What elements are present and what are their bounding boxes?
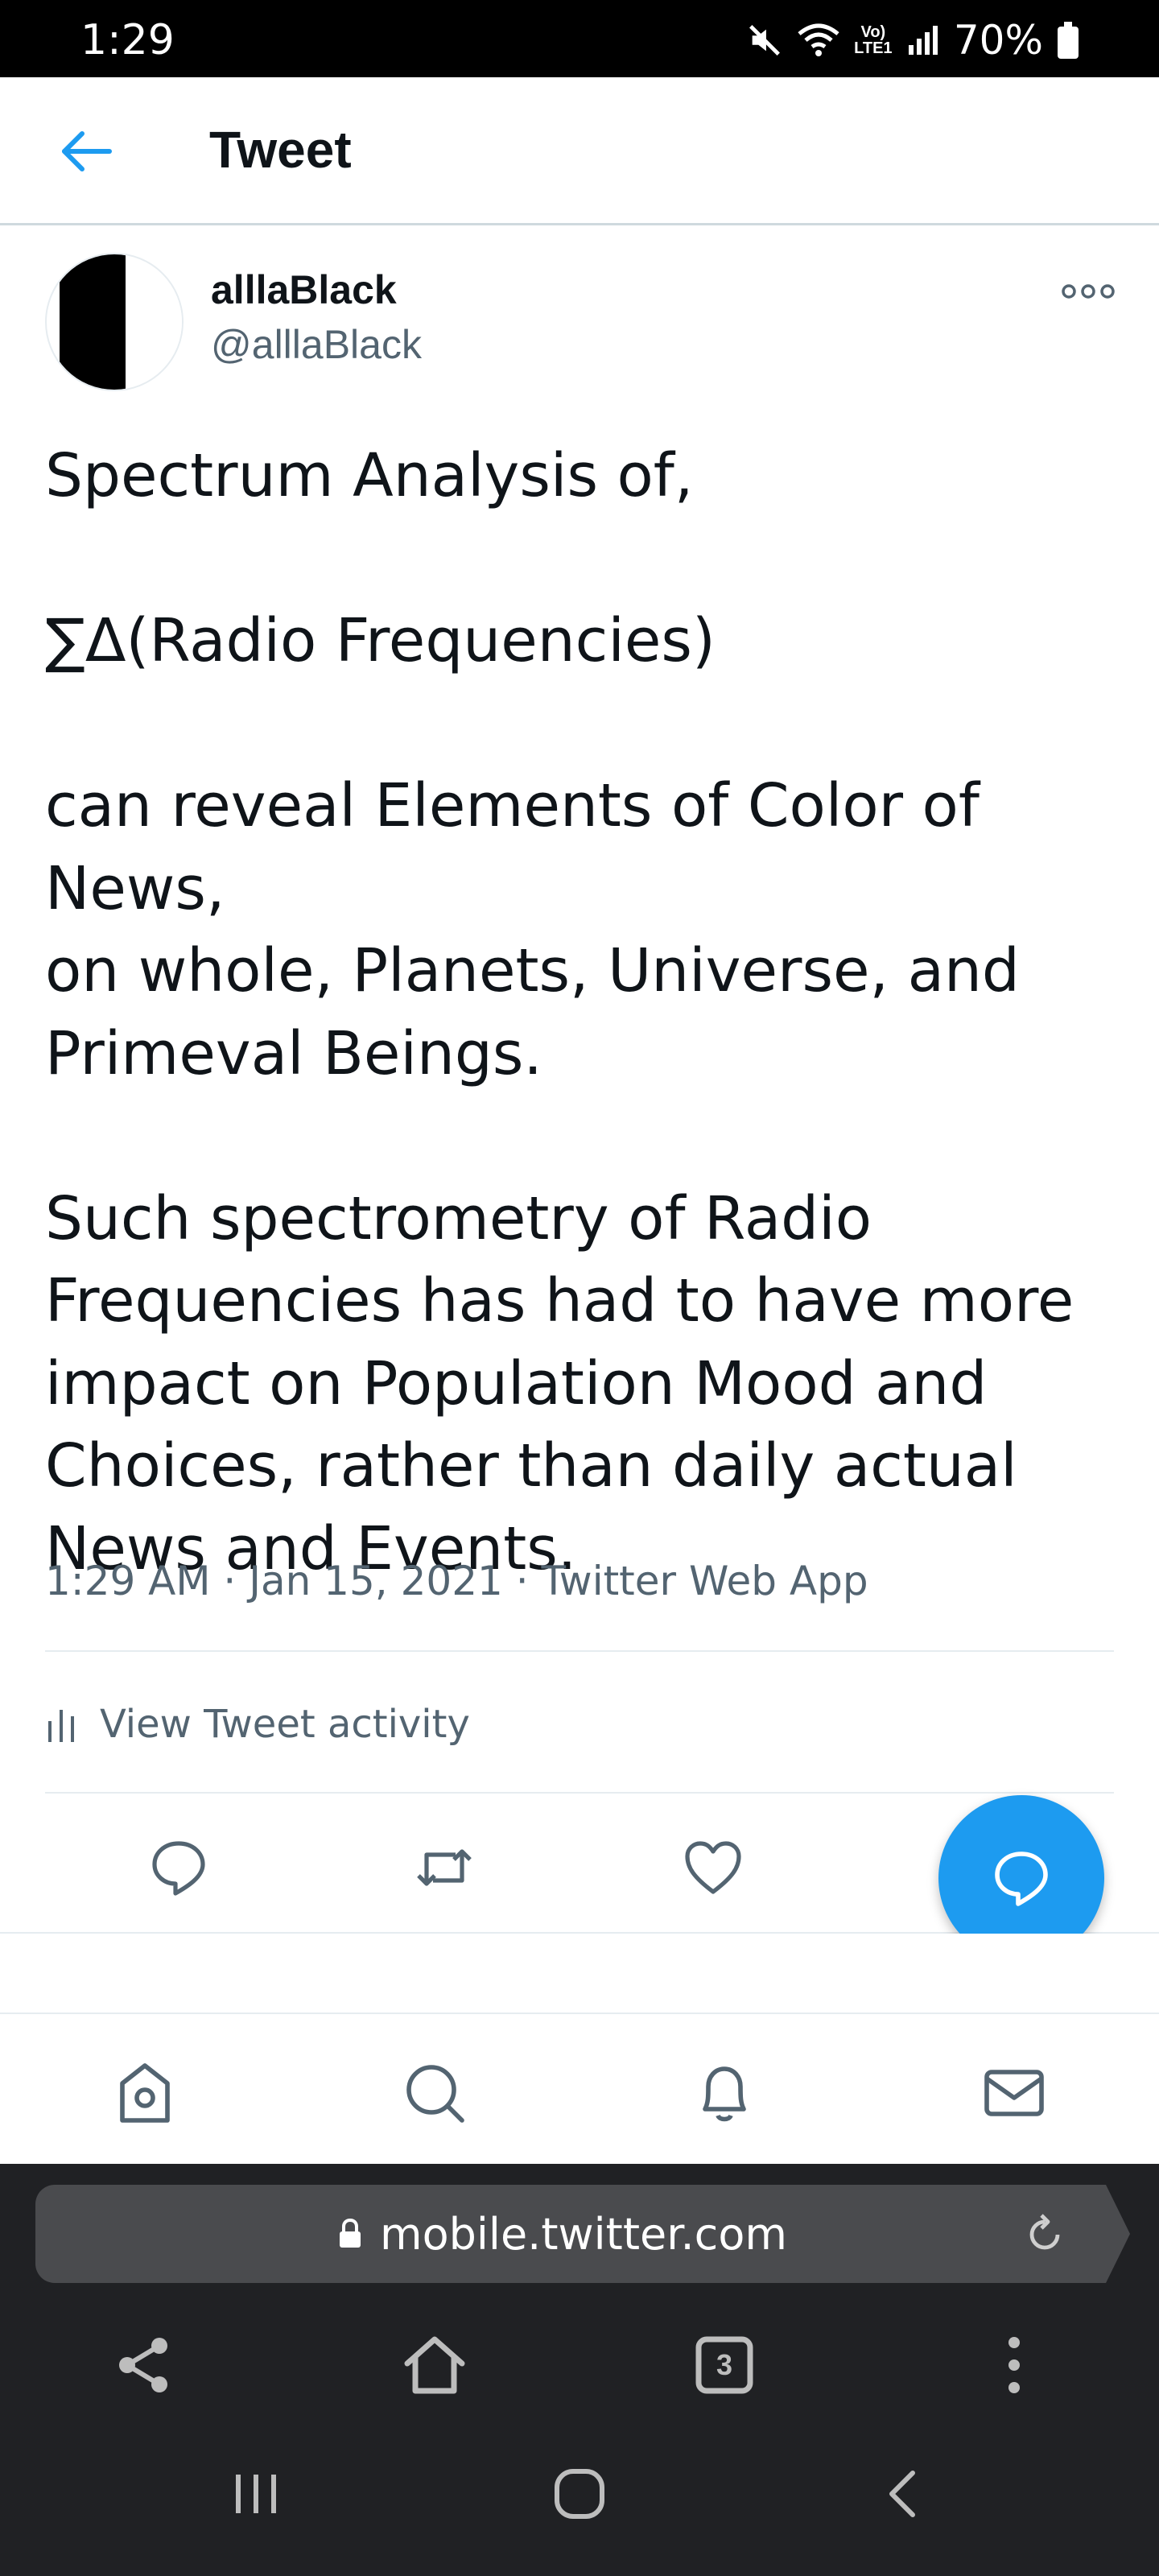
reply-icon (995, 1852, 1048, 1906)
analytics-icon (48, 1710, 74, 1742)
search-icon (406, 2065, 464, 2123)
recent-apps-button[interactable] (224, 2462, 288, 2526)
reply-icon (152, 1841, 205, 1896)
system-back-button[interactable] (871, 2462, 935, 2526)
arrow-left-icon (62, 131, 112, 171)
tweet-timestamp[interactable]: 1:29 AM · Jan 15, 2021 (45, 1558, 503, 1604)
activity-label: View Tweet activity (100, 1702, 470, 1747)
address-bar[interactable]: mobile.twitter.com (35, 2185, 1090, 2283)
nav-search[interactable] (399, 2058, 470, 2128)
wifi-icon (798, 23, 839, 56)
author-handle[interactable]: @alllaBlack (211, 320, 422, 369)
more-icon (1062, 284, 1115, 299)
tab-count: 3 (716, 2348, 733, 2381)
nav-notifications[interactable] (689, 2058, 760, 2128)
reply-button[interactable] (146, 1835, 211, 1900)
tweet-text: Spectrum Analysis of, ∑Δ(Radio Frequenci… (45, 435, 1124, 1590)
tweet-line (45, 1095, 1124, 1178)
tweet-line: Spectrum Analysis of, (45, 441, 694, 510)
system-home-button[interactable] (547, 2462, 612, 2526)
author-display-name[interactable]: alllaBlack (211, 266, 397, 314)
tweet-meta: 1:29 AM · Jan 15, 2021 · Twitter Web App (45, 1558, 868, 1604)
top-bar: Tweet (0, 77, 1159, 225)
tweet-line: Frequencies has had to have more (45, 1266, 1074, 1335)
system-navigation-bar (0, 2405, 1159, 2576)
status-bar: 1:29 Vo) LTE1 70% (0, 0, 1159, 77)
tweet-line (45, 683, 1124, 766)
avatar[interactable] (45, 253, 184, 391)
recent-apps-icon (236, 2475, 276, 2513)
battery-level: 70% (953, 17, 1043, 64)
tabs-button[interactable]: 3 (684, 2325, 765, 2405)
reload-icon (1029, 2214, 1060, 2250)
lock-icon (340, 2219, 361, 2248)
like-icon (685, 1841, 741, 1894)
tweet-line: impact on Population Mood and (45, 1348, 988, 1418)
tweet-line: Primeval Beings. (45, 1018, 542, 1088)
home-icon (120, 2063, 170, 2123)
signal-icon (908, 26, 938, 55)
tweet-line: Such spectrometry of Radio (45, 1183, 872, 1253)
home-circle-icon (555, 2469, 604, 2519)
share-icon (119, 2338, 167, 2392)
tweet-line: can reveal Elements of Color of News, (45, 771, 980, 923)
status-icons: Vo) LTE1 70% (746, 17, 1079, 64)
tweet-line: on whole, Planets, Universe, and (45, 936, 1020, 1005)
reload-button[interactable] (1022, 2212, 1067, 2257)
home-icon (404, 2336, 465, 2394)
more-options-button[interactable] (1056, 270, 1120, 312)
notifications-icon (703, 2066, 746, 2122)
divider (45, 1650, 1114, 1652)
divider (45, 1792, 1114, 1794)
page-title: Tweet (209, 121, 352, 179)
browser-home-button[interactable] (394, 2325, 475, 2405)
tweet-line: Choices, rather than daily actual (45, 1431, 1017, 1501)
retweet-icon (417, 1849, 472, 1886)
bottom-navigation (0, 2016, 1159, 2164)
content-spacer (0, 1934, 1159, 2014)
address-bar-tip (1090, 2185, 1130, 2283)
tweet-line (45, 518, 1124, 601)
browser-menu-button[interactable] (974, 2325, 1054, 2405)
network-label: Vo) LTE1 (854, 23, 893, 57)
retweet-button[interactable] (412, 1835, 476, 1900)
url-text: mobile.twitter.com (380, 2208, 787, 2260)
back-button[interactable] (48, 122, 126, 180)
messages-icon (984, 2070, 1044, 2116)
status-time: 1:29 (80, 16, 175, 64)
nav-messages[interactable] (979, 2058, 1050, 2128)
chevron-left-icon (889, 2471, 915, 2517)
like-button[interactable] (681, 1835, 745, 1900)
share-button[interactable] (105, 2325, 185, 2405)
battery-icon (1058, 22, 1079, 59)
tweet-line: ∑Δ(Radio Frequencies) (45, 606, 716, 675)
view-tweet-activity-link[interactable]: View Tweet activity (45, 1689, 470, 1760)
more-vertical-icon (1008, 2337, 1020, 2393)
tweet-source[interactable]: Twitter Web App (542, 1558, 868, 1604)
nav-home[interactable] (109, 2058, 180, 2128)
mute-icon (749, 25, 780, 56)
